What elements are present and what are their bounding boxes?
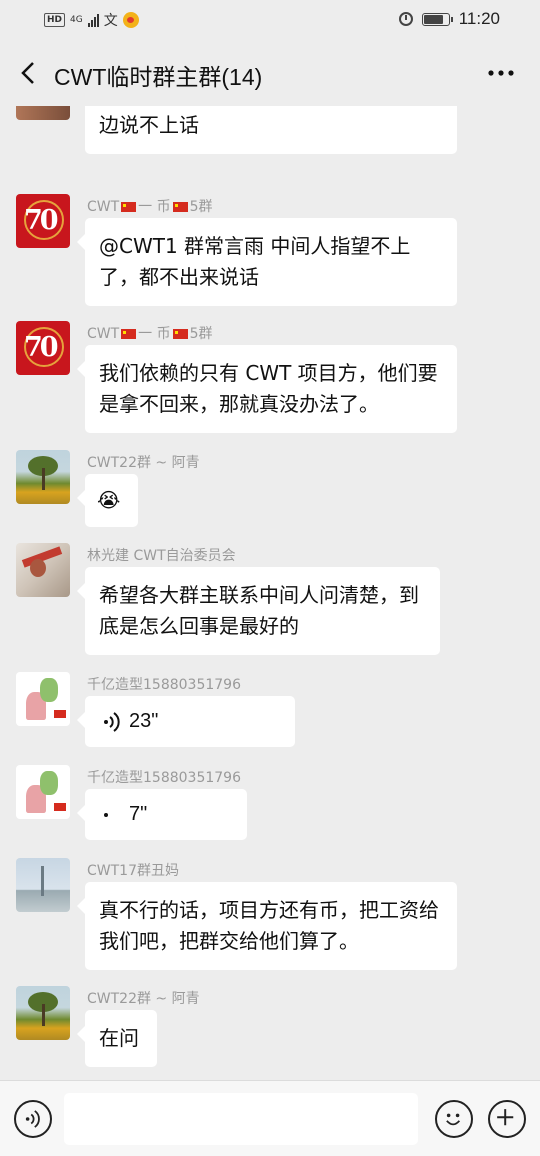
sender-name: 千亿造型15880351796: [87, 770, 241, 786]
message-input[interactable]: [64, 1093, 418, 1145]
status-right: 11:20: [398, 9, 500, 29]
sender-avatar[interactable]: [16, 672, 70, 726]
china-flag-icon: [121, 202, 137, 212]
message-bubble[interactable]: 希望各大群主联系中间人问清楚，到底是怎么回事是最好的: [77, 567, 440, 655]
message-bubble[interactable]: 在问: [77, 1010, 157, 1067]
network-type: 4G: [70, 15, 83, 25]
emoji-icon[interactable]: [435, 1100, 473, 1138]
sender-avatar[interactable]: [16, 450, 70, 504]
sender-avatar[interactable]: [16, 986, 70, 1040]
message-bubble[interactable]: @CWT1 群常言雨 中间人指望不上了，都不出来说话: [77, 218, 457, 306]
message-text: 毕竟不是我们群主直接联系，交易所哪边说不上话: [99, 113, 199, 137]
status-left: HD 4G 文: [44, 10, 139, 30]
plus-icon[interactable]: [488, 1100, 526, 1138]
sender-name: CWT 一 币 5群: [87, 326, 213, 342]
sender-name: CWT17群丑妈: [87, 863, 179, 879]
sender-avatar[interactable]: 70: [16, 321, 70, 375]
message-bubble[interactable]: 真不行的话，项目方还有币，把工资给我们吧，把群交给他们算了。: [77, 882, 457, 970]
china-flag-icon: [172, 202, 188, 212]
sender-avatar[interactable]: [16, 765, 70, 819]
sender-name: CWT22群 ~ 阿青: [87, 991, 200, 1007]
voice-wave-icon: [104, 711, 120, 732]
ime-indicator: 文: [103, 13, 118, 29]
chat-header: CWT临时群主群(14): [0, 40, 540, 106]
message-text: 希望各大群主联系中间人问清楚，到底是怎么回事是最好的: [99, 583, 419, 638]
hd-badge: HD: [44, 13, 66, 27]
input-bar: [0, 1080, 540, 1156]
sender-avatar[interactable]: 70: [16, 194, 70, 248]
message-bubble[interactable]: 😭: [77, 474, 138, 527]
sender-avatar[interactable]: [16, 106, 70, 120]
sender-name: CWT22群 ~ 阿青: [87, 455, 200, 471]
sender-avatar[interactable]: [16, 858, 70, 912]
weibo-icon: [122, 12, 139, 28]
message-text: 在问: [99, 1026, 139, 1050]
china-flag-icon: [172, 329, 188, 339]
voice-duration: 23": [129, 710, 159, 732]
china-flag-icon: [121, 329, 137, 339]
sender-name: 林光建 CWT自治委员会: [87, 548, 236, 564]
crying-laughing-emoji: 😭: [97, 488, 121, 512]
chat-title: CWT临时群主群(14): [54, 64, 263, 90]
message-text: @CWT1 群常言雨 中间人指望不上了，都不出来说话: [99, 234, 411, 289]
message-bubble[interactable]: 毕竟不是我们群主直接联系，交易所哪边说不上话: [85, 106, 457, 154]
voice-wave-icon: [104, 812, 108, 817]
voice-input-icon[interactable]: [14, 1100, 52, 1138]
message-text: 我们依赖的只有 CWT 项目方，他们要是拿不回来，那就真没办法了。: [99, 361, 438, 416]
alarm-icon: [398, 12, 413, 26]
clock: 11:20: [458, 9, 500, 28]
voice-message-bubble[interactable]: 7": [77, 789, 247, 840]
voice-duration: 7": [129, 803, 148, 825]
message-list[interactable]: 毕竟不是我们群主直接联系，交易所哪边说不上话 70 CWT一 币5群 @CWT1…: [0, 106, 540, 1080]
message-bubble[interactable]: 我们依赖的只有 CWT 项目方，他们要是拿不回来，那就真没办法了。: [77, 345, 457, 433]
battery-icon: [421, 12, 453, 26]
more-icon[interactable]: [486, 60, 516, 86]
signal-icon: [87, 13, 99, 27]
back-icon[interactable]: [18, 60, 40, 86]
status-bar: HD 4G 文 11:20: [0, 0, 540, 40]
voice-message-bubble[interactable]: 23": [77, 696, 295, 747]
sender-avatar[interactable]: [16, 543, 70, 597]
message-text: 真不行的话，项目方还有币，把工资给我们吧，把群交给他们算了。: [99, 898, 439, 953]
sender-name: 千亿造型15880351796: [87, 677, 241, 693]
sender-name: CWT 一 币 5群: [87, 199, 213, 215]
